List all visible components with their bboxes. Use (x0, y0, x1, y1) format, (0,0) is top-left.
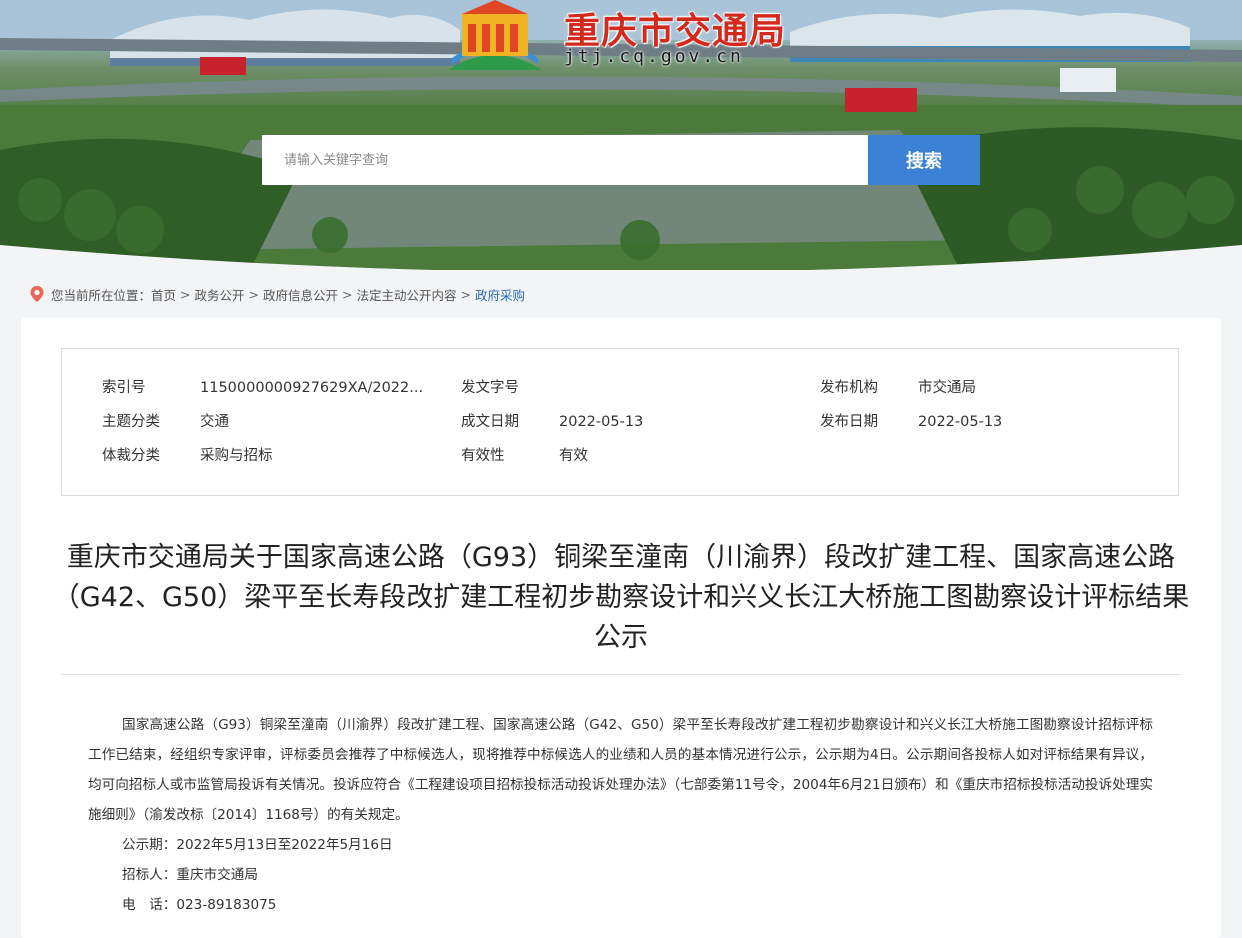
meta-label-topic: 主题分类 (102, 414, 160, 430)
meta-label-genre: 体裁分类 (102, 448, 160, 464)
breadcrumb-gov-affairs[interactable]: 政务公开 (195, 285, 245, 304)
breadcrumb-statutory[interactable]: 法定主动公开内容 (357, 285, 457, 304)
meta-row: 主题分类 交通 成文日期 2022-05-13 发布日期 2022-05-13 (62, 411, 1178, 433)
breadcrumb-separator: > (460, 286, 472, 302)
meta-label-written-date: 成文日期 (461, 414, 519, 430)
meta-value-index-no: 1150000000927629XA/2022... (200, 380, 424, 396)
search-input[interactable] (262, 135, 868, 185)
content-card: 索引号 1150000000927629XA/2022... 发文字号 发布机构… (21, 318, 1221, 938)
breadcrumb-separator: > (342, 286, 353, 302)
meta-value-topic: 交通 (200, 414, 229, 430)
meta-value-issuer: 市交通局 (918, 380, 976, 396)
body-paragraph: 国家高速公路（G93）铜梁至潼南（川渝界）段改扩建工程、国家高速公路（G42、G… (88, 717, 1153, 823)
breadcrumb-separator: > (180, 286, 191, 302)
tenderer: 招标人：重庆市交通局 (122, 867, 258, 883)
site-url: jtj.cq.gov.cn (564, 46, 744, 67)
meta-value-validity: 有效 (559, 448, 588, 464)
meta-row: 索引号 1150000000927629XA/2022... 发文字号 发布机构… (62, 377, 1178, 399)
meta-label-doc-no: 发文字号 (461, 380, 519, 396)
location-pin-icon (30, 286, 44, 302)
meta-label-validity: 有效性 (461, 448, 505, 464)
breadcrumb-separator: > (248, 286, 260, 302)
document-meta-table: 索引号 1150000000927629XA/2022... 发文字号 发布机构… (61, 348, 1179, 496)
breadcrumb-gov-info[interactable]: 政府信息公开 (263, 285, 338, 304)
breadcrumb-home[interactable]: 首页 (151, 285, 176, 304)
breadcrumb: 您当前所在位置： 首页 > 政务公开 > 政府信息公开 > 法定主动公开内容 >… (30, 284, 525, 304)
search-button[interactable]: 搜索 (868, 135, 980, 185)
meta-value-genre: 采购与招标 (200, 448, 273, 464)
breadcrumb-current[interactable]: 政府采购 (475, 285, 525, 304)
document-body: 国家高速公路（G93）铜梁至潼南（川渝界）段改扩建工程、国家高速公路（G42、G… (88, 710, 1153, 920)
meta-row: 体裁分类 采购与招标 有效性 有效 (62, 445, 1178, 467)
meta-label-index-no: 索引号 (102, 380, 146, 396)
contact-phone: 电 话：023-89183075 (122, 897, 277, 913)
header-banner: 重庆市交通局 jtj.cq.gov.cn 搜索 (0, 0, 1242, 270)
meta-value-written-date: 2022-05-13 (559, 414, 644, 430)
meta-value-publish-date: 2022-05-13 (918, 414, 1003, 430)
site-logo[interactable]: 重庆市交通局 jtj.cq.gov.cn (440, 0, 820, 75)
traffic-emblem-icon (448, 0, 542, 70)
search-bar: 搜索 (262, 135, 980, 185)
document-title: 重庆市交通局关于国家高速公路（G93）铜梁至潼南（川渝界）段改扩建工程、国家高速… (52, 542, 1190, 653)
meta-label-issuer: 发布机构 (820, 380, 878, 396)
title-divider (61, 674, 1181, 675)
meta-label-publish-date: 发布日期 (820, 414, 878, 430)
breadcrumb-prefix: 您当前所在位置： (51, 287, 152, 303)
publicity-period: 公示期：2022年5月13日至2022年5月16日 (122, 837, 393, 853)
